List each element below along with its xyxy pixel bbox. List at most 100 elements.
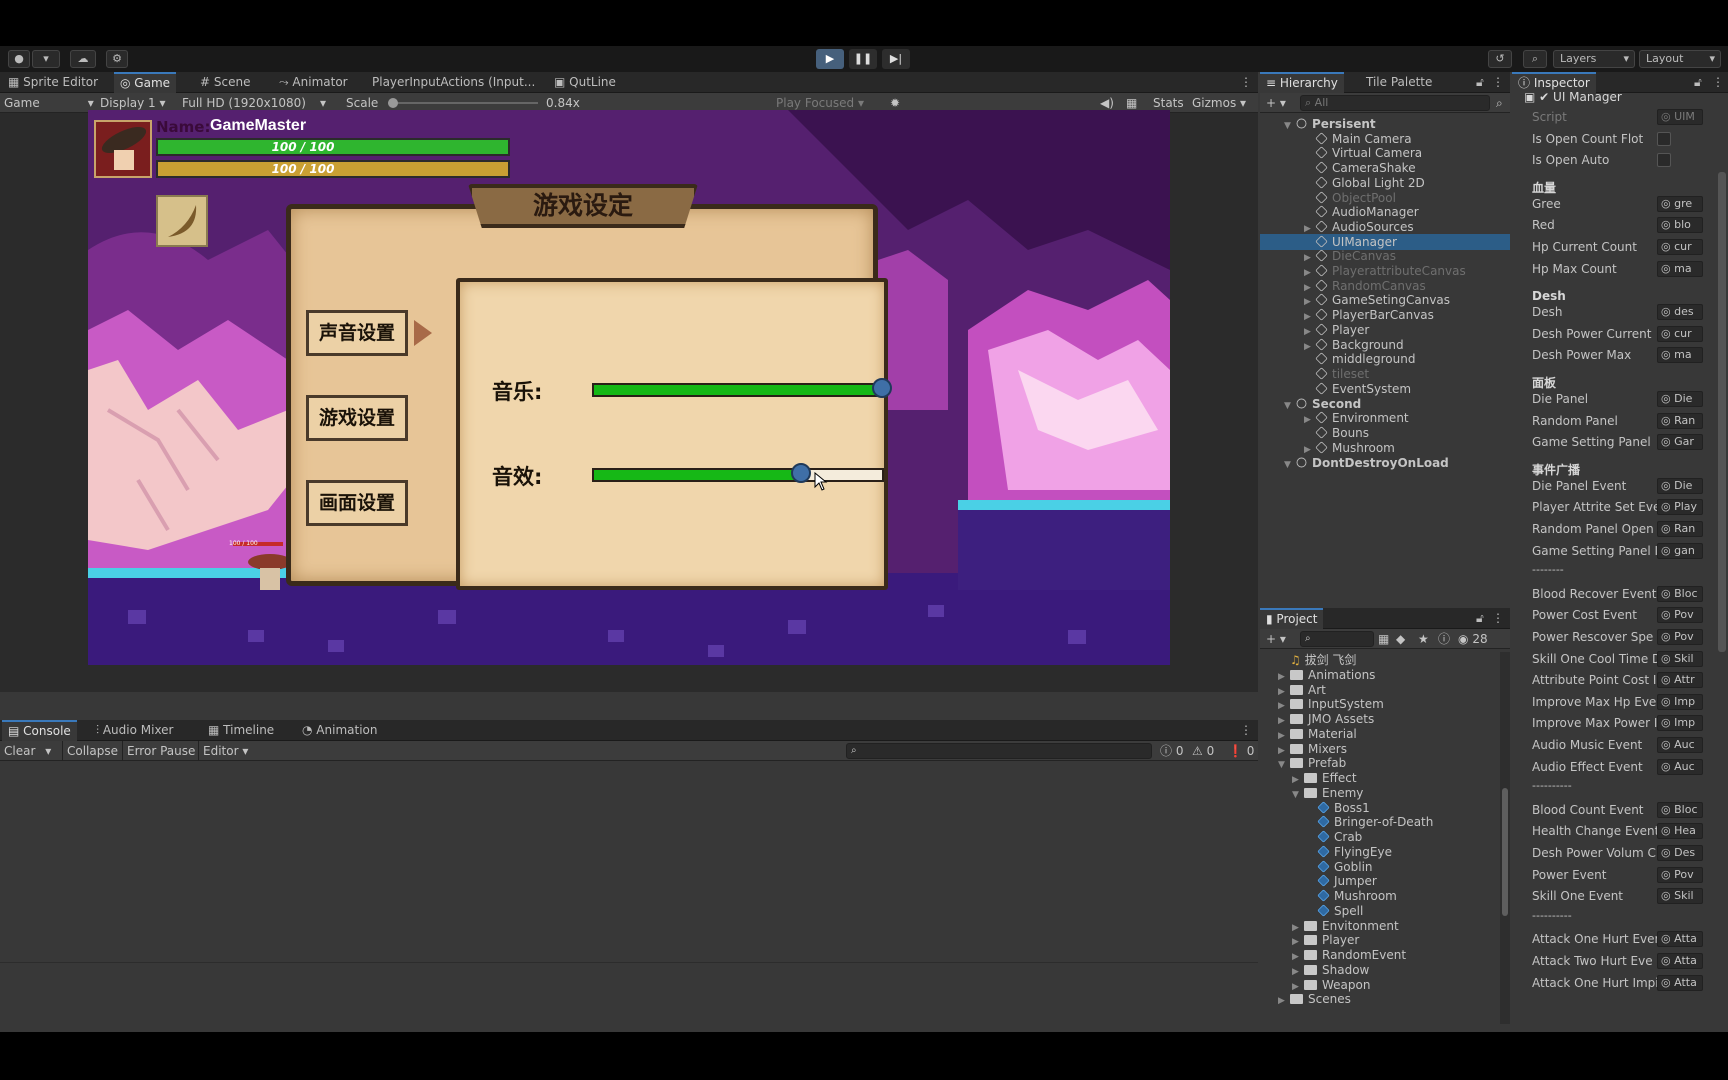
music-slider-knob[interactable] (872, 378, 892, 398)
cloud-icon[interactable]: ☁ (70, 50, 96, 68)
object-field[interactable]: ◎ Atta (1657, 974, 1703, 991)
history-icon[interactable]: ↺ (1488, 50, 1512, 68)
hierarchy-search-input[interactable]: ⌕ All (1300, 95, 1490, 111)
account-icon[interactable]: ● (8, 50, 30, 68)
object-field[interactable]: ◎ Bloc (1657, 801, 1703, 818)
search-icon[interactable]: ⌕ (1523, 50, 1547, 68)
object-field[interactable]: ◎ Skil (1657, 650, 1703, 667)
hierarchy-item[interactable]: Virtual Camera (1260, 145, 1510, 161)
hierarchy-item[interactable]: tileset (1260, 366, 1510, 382)
project-item[interactable]: ▶ Animations (1260, 667, 1375, 683)
project-item[interactable]: ▶ Player (1260, 932, 1359, 948)
hierarchy-scene-row[interactable]: ▼ Persisent (1260, 116, 1510, 132)
project-item[interactable]: ▶ JMO Assets (1260, 711, 1374, 727)
hierarchy-item[interactable]: Bouns (1260, 425, 1510, 441)
info-count[interactable]: ⓘ 0 (1160, 741, 1183, 761)
layers-dropdown[interactable]: Layers ▾ (1553, 50, 1635, 68)
object-field[interactable]: ◎ UIM (1657, 109, 1703, 125)
hierarchy-item[interactable]: ▶ AudioSources (1260, 219, 1510, 235)
project-item[interactable]: ▶ Shadow (1260, 962, 1369, 978)
object-field[interactable]: ◎ gan (1657, 542, 1703, 559)
hierarchy-item[interactable]: Global Light 2D (1260, 175, 1510, 191)
collapse-button[interactable]: Collapse (62, 741, 118, 761)
layout-dropdown[interactable]: Layout ▾ (1639, 50, 1721, 68)
tab-hierarchy[interactable]: ≡ Hierarchy (1260, 72, 1344, 93)
project-item[interactable]: ▶ Envitonment (1260, 918, 1399, 934)
object-field[interactable]: ◎ blo (1657, 217, 1703, 234)
console-search-input[interactable]: ⌕ (846, 743, 1152, 759)
collab-icon[interactable]: ▾ (32, 50, 60, 68)
hierarchy-item[interactable]: ▶ Mushroom (1260, 440, 1510, 456)
tab-game[interactable]: ◎ Game (114, 72, 177, 93)
game-mode-dropdown[interactable]: Game ▾ (4, 93, 94, 113)
game-settings-button[interactable]: 游戏设置 (306, 395, 408, 441)
object-field[interactable]: ◎ Bloc (1657, 585, 1703, 602)
hierarchy-item[interactable]: ▶ Environment (1260, 410, 1510, 426)
object-field[interactable]: ◎ Ran (1657, 521, 1703, 537)
object-field[interactable]: ◎ Play (1657, 499, 1703, 516)
tab-project[interactable]: ▮ Project (1260, 608, 1324, 629)
warning-count[interactable]: ⚠ 0 (1192, 741, 1214, 761)
filter-type-icon[interactable]: ▦ (1378, 629, 1389, 649)
object-field[interactable]: ◎ Die (1657, 391, 1703, 407)
bookmark-icon[interactable]: ★ (1418, 629, 1429, 649)
scale-slider-knob[interactable] (388, 98, 398, 108)
hierarchy-item[interactable]: CameraShake (1260, 160, 1510, 176)
project-search-input[interactable]: ⌕ (1300, 631, 1374, 647)
object-field[interactable]: ◎ Atta (1657, 931, 1703, 948)
project-item[interactable]: ▶ Art (1260, 682, 1326, 698)
project-item[interactable]: Boss1 (1260, 800, 1370, 816)
kebab-menu-icon[interactable]: ⋮ (1234, 72, 1258, 93)
pause-button[interactable]: ❚❚ (849, 49, 877, 69)
project-item[interactable]: ▶ Weapon (1260, 977, 1370, 993)
object-field[interactable]: ◎ Pov (1657, 866, 1703, 883)
hierarchy-scene-row[interactable]: ▼ DontDestroyOnLoad (1260, 455, 1510, 471)
object-field[interactable]: ◎ Die (1657, 477, 1703, 494)
display-settings-button[interactable]: 画面设置 (306, 480, 408, 526)
sfx-slider-knob[interactable] (791, 463, 812, 483)
play-button[interactable]: ▶ (816, 49, 844, 69)
project-item[interactable]: Bringer-of-Death (1260, 814, 1433, 830)
object-field[interactable]: ◎ Ran (1657, 412, 1703, 429)
hierarchy-item[interactable]: UIManager (1260, 233, 1510, 250)
hierarchy-item[interactable]: ▶ PlayerBarCanvas (1260, 307, 1510, 323)
tab-animation[interactable]: ◔ Animation (296, 720, 383, 741)
hierarchy-scene-row[interactable]: ▼ Second (1260, 396, 1510, 412)
expand-open-icon[interactable]: ▼ (1284, 457, 1296, 473)
object-field[interactable]: ◎ Des (1657, 845, 1703, 861)
object-field[interactable]: ◎ ma (1657, 260, 1703, 277)
object-field[interactable]: ◎ ma (1657, 347, 1703, 364)
add-object-button[interactable]: + ▾ (1266, 93, 1286, 113)
component-header[interactable]: ▣ ✔ UI Manager (1524, 90, 1714, 106)
sound-settings-button[interactable]: 声音设置 (306, 310, 408, 356)
object-field[interactable]: ◎ gre (1657, 195, 1703, 212)
project-item[interactable]: Mushroom (1260, 888, 1397, 904)
project-item[interactable]: ▼ Enemy (1260, 785, 1363, 801)
object-field[interactable]: ◎ Auc (1657, 737, 1703, 753)
clear-dropdown[interactable]: Clear ▾ (4, 741, 51, 761)
game-view[interactable]: Name: GameMaster 100 / 100 100 / 100 100… (88, 110, 1170, 665)
object-field[interactable]: ◎ Imp (1657, 715, 1703, 732)
create-asset-button[interactable]: + ▾ (1266, 629, 1286, 649)
project-item[interactable]: ▶ Mixers (1260, 741, 1347, 757)
hierarchy-item[interactable]: Main Camera (1260, 131, 1510, 147)
kebab-menu-icon[interactable]: ⋮ (1486, 608, 1510, 629)
step-button[interactable]: ▶| (882, 49, 910, 69)
project-item[interactable]: Crab (1260, 829, 1362, 845)
object-field[interactable]: ◎ Pov (1657, 607, 1703, 624)
project-item[interactable]: FlyingEye (1260, 844, 1392, 860)
hidden-count[interactable]: ◉ 28 (1458, 629, 1488, 649)
gizmos-button[interactable]: Gizmos ▾ (1192, 93, 1246, 113)
hierarchy-item[interactable]: ▶ RandomCanvas (1260, 278, 1510, 294)
error-count[interactable]: ❗ 0 (1228, 741, 1254, 761)
tab-animator[interactable]: ⤳ Animator (273, 72, 354, 93)
object-field[interactable]: ◎ Hea (1657, 823, 1703, 840)
scene-filter-icon[interactable]: ⌕ (1496, 93, 1503, 113)
tab-scene[interactable]: # Scene (194, 72, 256, 93)
hierarchy-item[interactable]: EventSystem (1260, 381, 1510, 397)
error-pause-button[interactable]: Error Pause (122, 741, 195, 761)
scale-slider[interactable] (388, 98, 538, 108)
info-icon[interactable]: ⓘ (1438, 629, 1450, 649)
hierarchy-item[interactable]: ▶ DieCanvas (1260, 248, 1510, 264)
hierarchy-item[interactable]: ▶ PlayerattributeCanvas (1260, 263, 1510, 279)
